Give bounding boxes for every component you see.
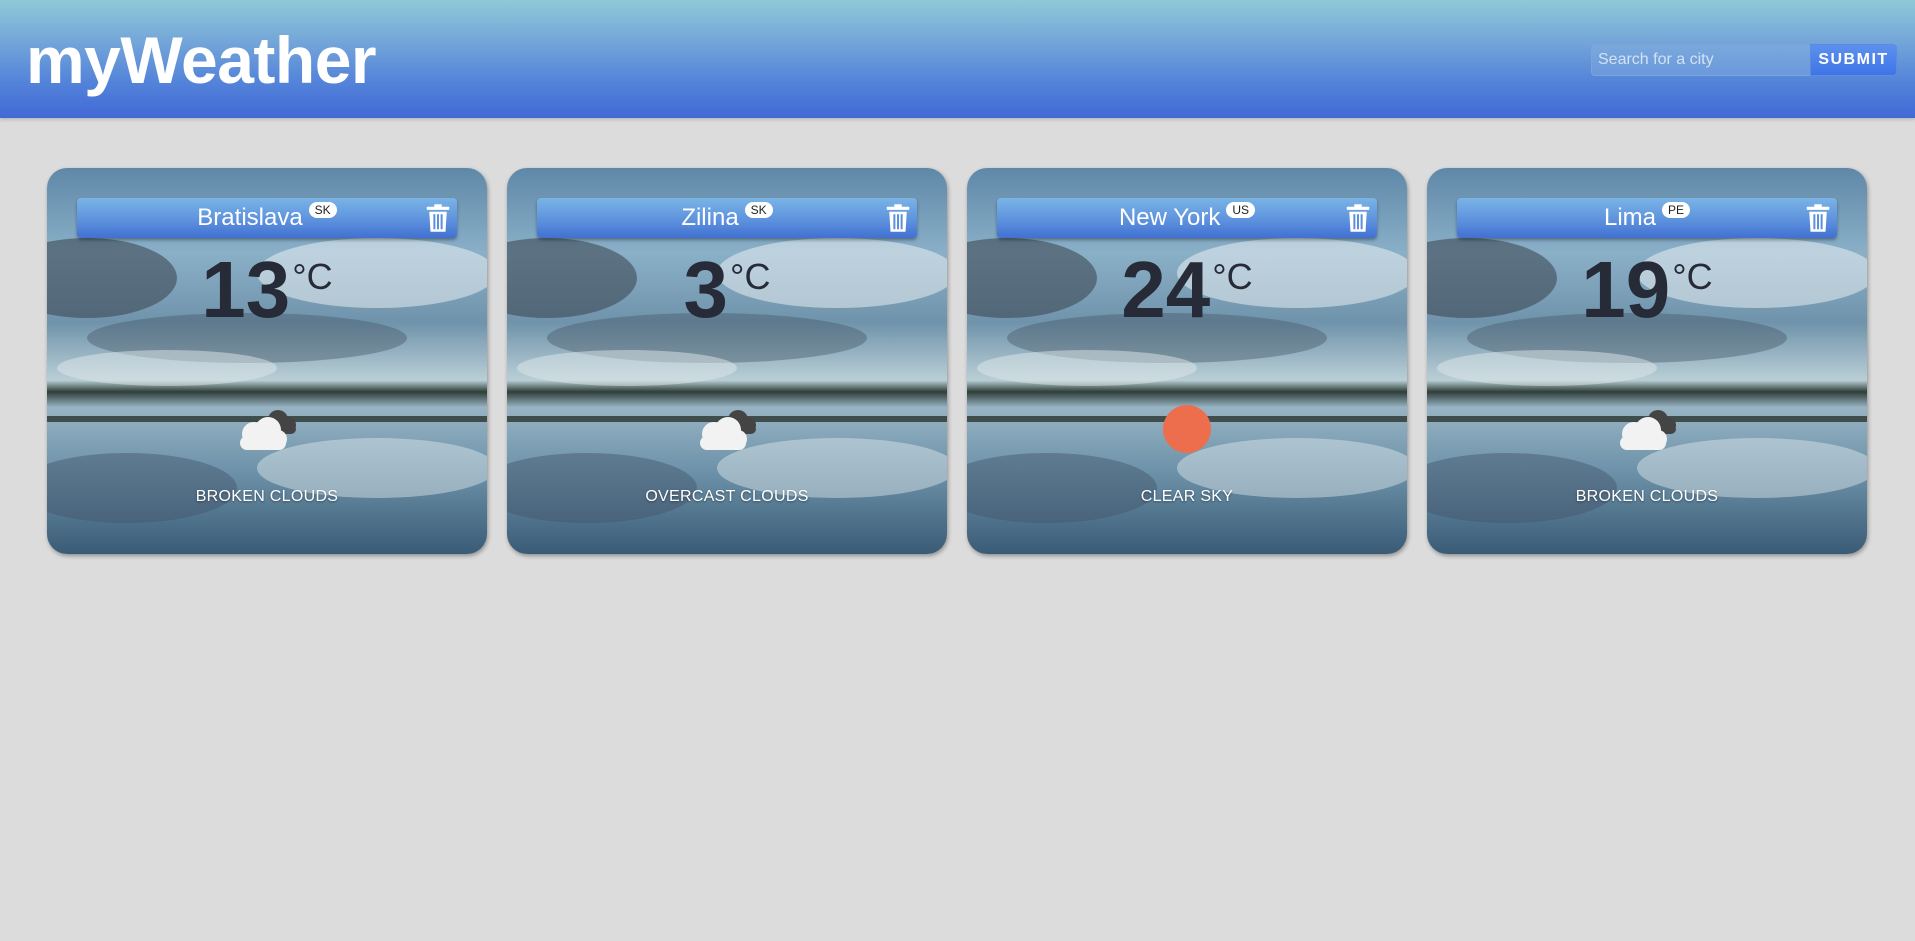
temperature-value: 13 — [201, 245, 291, 334]
weather-description: OVERCAST CLOUDS — [645, 488, 809, 505]
temperature-unit: °C — [730, 256, 771, 297]
card-header: Lima PE — [1457, 198, 1837, 238]
temperature-unit: °C — [1672, 256, 1713, 297]
country-badge: SK — [744, 202, 773, 219]
city-name: New York — [1118, 204, 1221, 231]
broken-clouds-icon — [1620, 410, 1676, 450]
card-header: New York US — [997, 198, 1377, 238]
trash-icon[interactable] — [423, 203, 453, 233]
temperature-unit: °C — [1212, 256, 1253, 297]
app-logo: myWeather — [26, 23, 377, 97]
app-header: myWeather SUBMIT — [0, 0, 1915, 118]
broken-clouds-icon — [240, 410, 296, 450]
card-header: Bratislava SK — [77, 198, 457, 238]
country-badge: US — [1226, 202, 1256, 219]
weather-card: Zilina SK 3°C OVERCAST CLOUDS — [507, 168, 947, 554]
temperature: 24°C — [967, 250, 1407, 330]
trash-icon[interactable] — [1803, 203, 1833, 233]
overcast-clouds-icon — [700, 410, 756, 450]
temperature-unit: °C — [292, 256, 333, 297]
city-name: Bratislava — [197, 204, 303, 231]
temperature-value: 24 — [1121, 245, 1211, 334]
weather-card: Lima PE 19°C BROKEN CLOUDS — [1427, 168, 1867, 554]
trash-icon[interactable] — [1343, 203, 1373, 233]
temperature: 19°C — [1427, 250, 1867, 330]
weather-card: New York US 24°C CLEAR SKY — [967, 168, 1407, 554]
weather-description: CLEAR SKY — [1140, 488, 1234, 505]
temperature: 13°C — [47, 250, 487, 330]
trash-icon[interactable] — [883, 203, 913, 233]
search-form: SUBMIT — [1591, 44, 1897, 76]
submit-button[interactable]: SUBMIT — [1810, 44, 1897, 76]
city-name: Zilina — [681, 204, 739, 231]
city-name: Lima — [1603, 204, 1656, 231]
weather-description: BROKEN CLOUDS — [195, 488, 339, 505]
country-badge: SK — [308, 202, 337, 219]
weather-description: BROKEN CLOUDS — [1575, 488, 1719, 505]
search-input[interactable] — [1591, 44, 1810, 76]
temperature-value: 19 — [1581, 245, 1671, 334]
sun-icon — [1163, 405, 1211, 453]
card-header: Zilina SK — [537, 198, 917, 238]
temperature-value: 3 — [683, 245, 729, 334]
temperature: 3°C — [507, 250, 947, 330]
weather-card: Bratislava SK 13°C BROKEN CLOUDS — [47, 168, 487, 554]
country-badge: PE — [1662, 202, 1691, 219]
